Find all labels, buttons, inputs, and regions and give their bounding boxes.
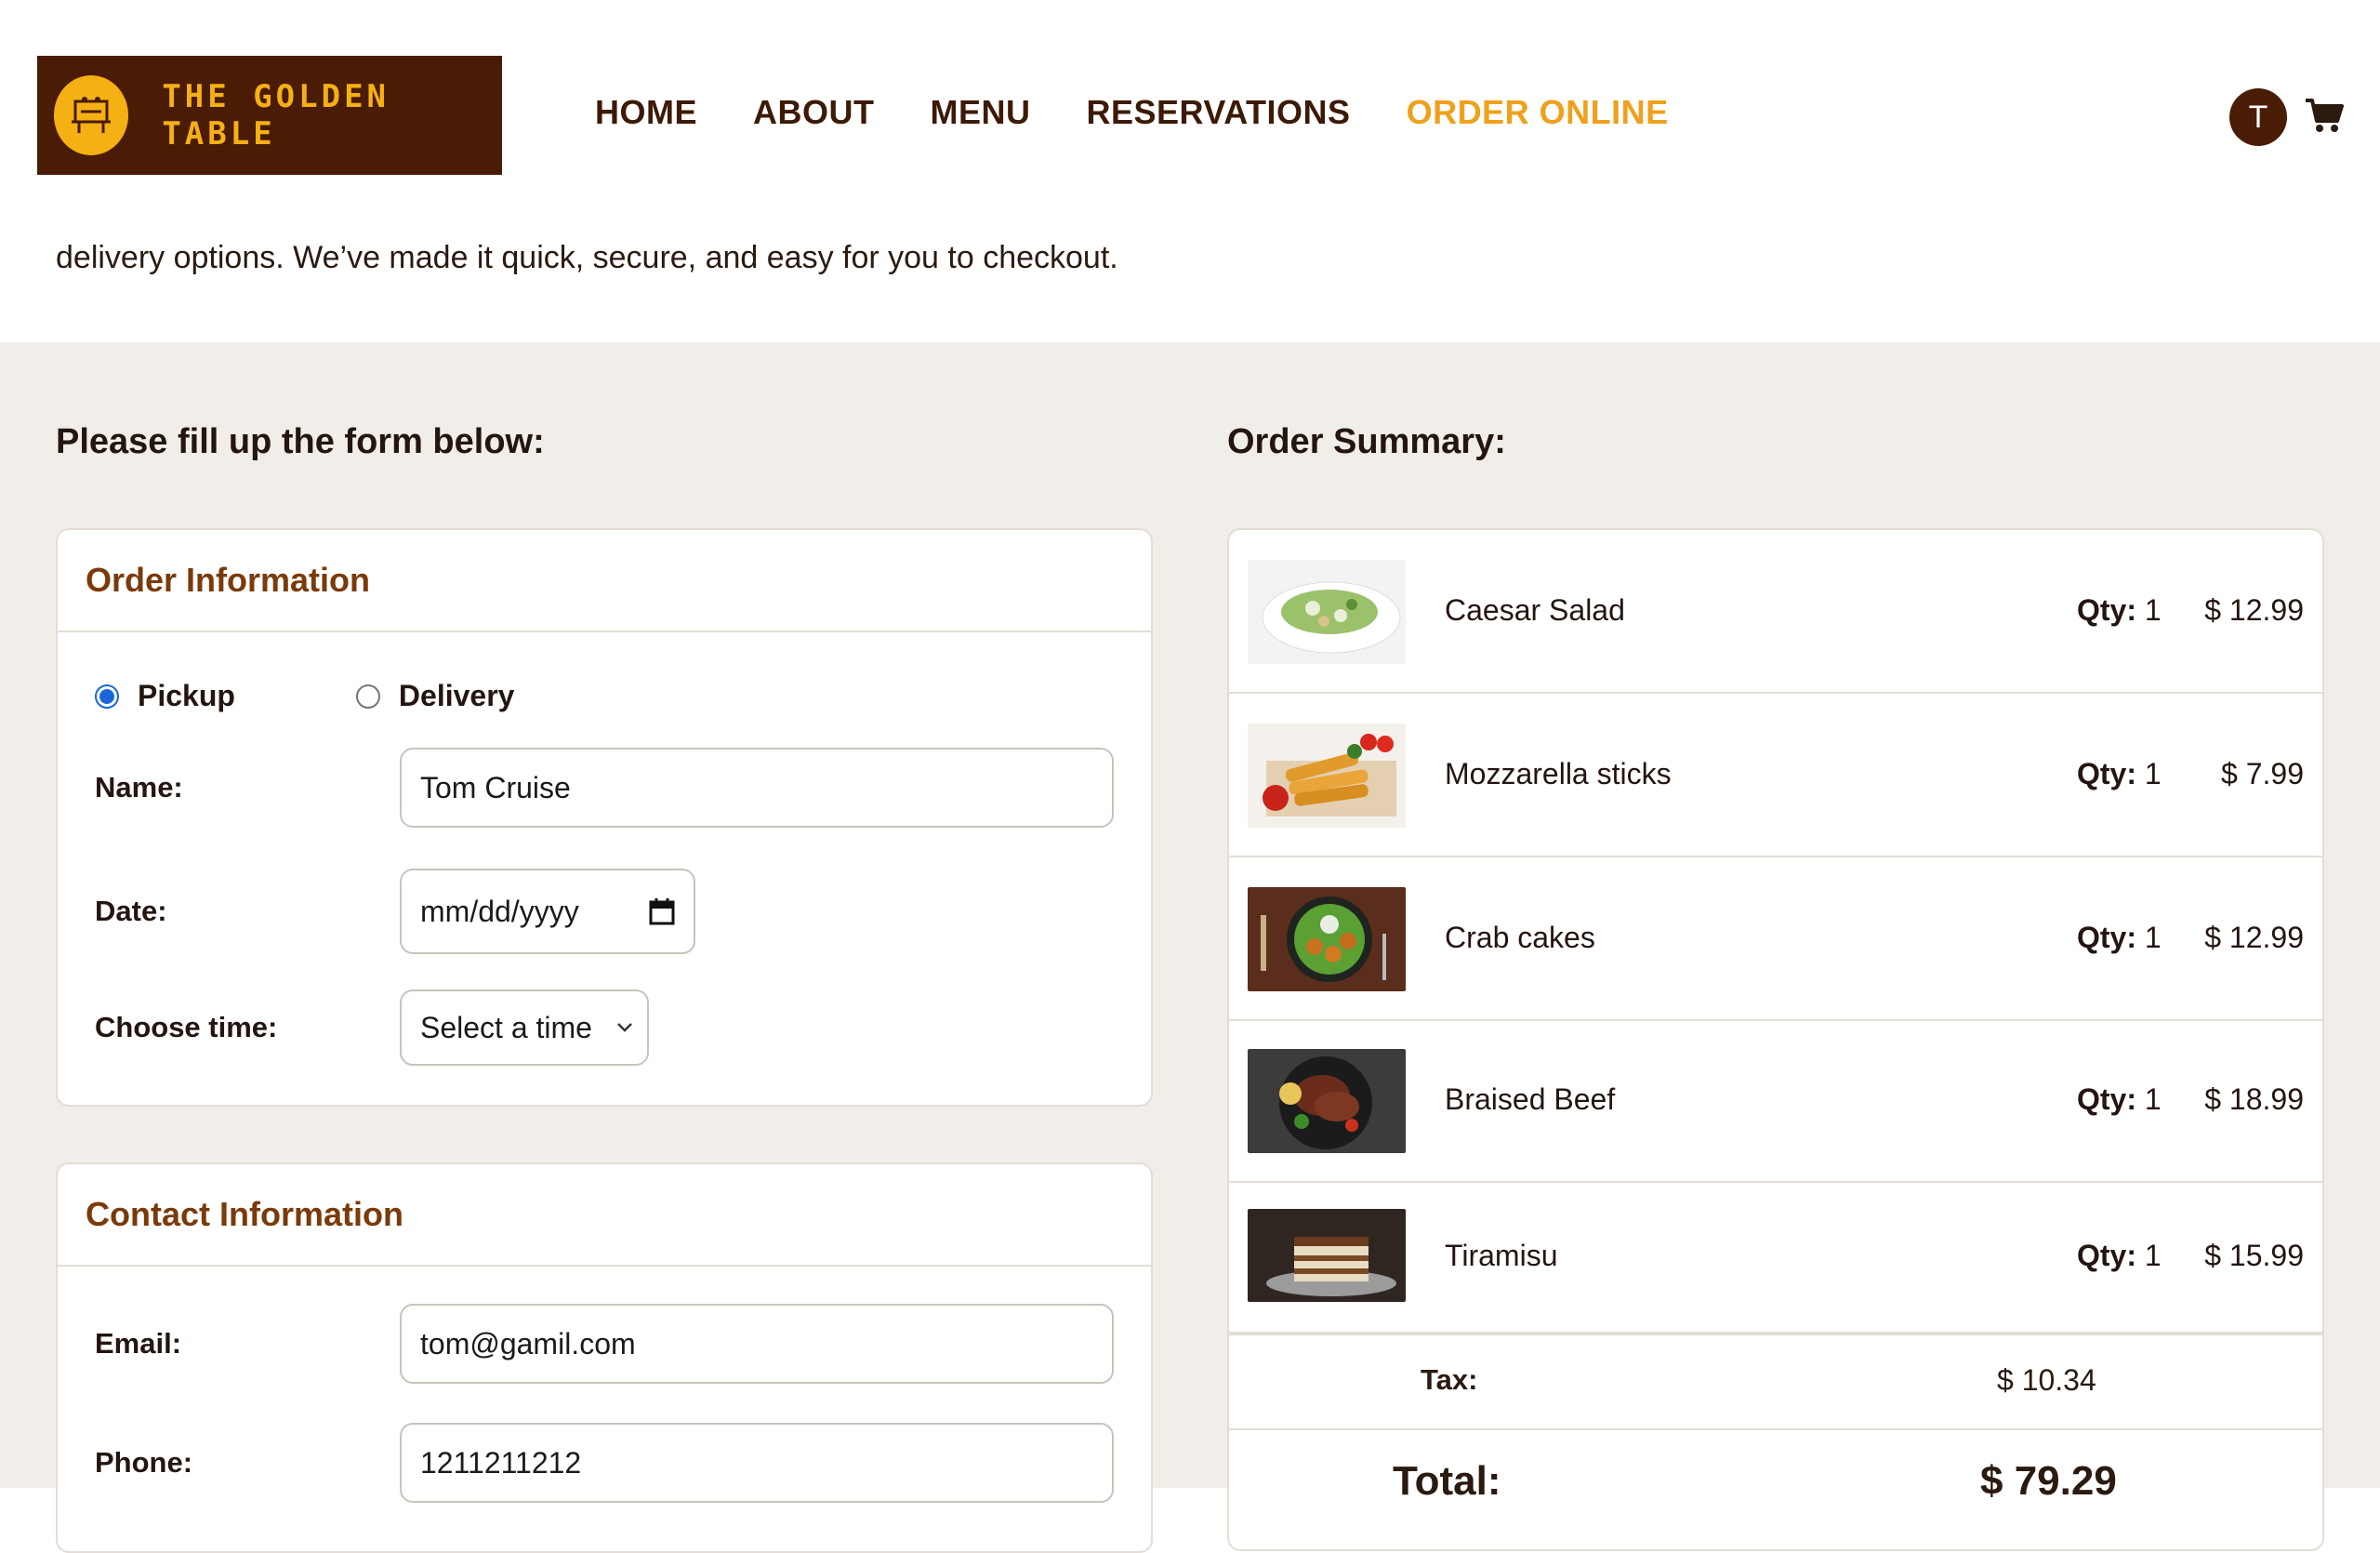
tax-row: Tax: $ 10.34 — [1229, 1332, 2322, 1430]
qty-value: 1 — [2144, 757, 2162, 790]
nav-order-online[interactable]: ORDER ONLINE — [1407, 93, 1669, 132]
summary-item: Braised Beef Qty: 1 $ 18.99 — [1229, 1021, 2322, 1183]
item-qty: Qty: 1 — [2077, 1082, 2162, 1117]
date-label: Date: — [95, 895, 167, 927]
time-row: Choose time: Select a time — [95, 989, 649, 1066]
item-price: $ 12.99 — [2204, 593, 2304, 627]
brand-logo[interactable]: THE GOLDEN TABLE — [37, 56, 502, 175]
nav-about[interactable]: ABOUT — [753, 93, 875, 132]
site-header: THE GOLDEN TABLE HOME ABOUT MENU RESERVA… — [0, 0, 2380, 275]
order-summary-card: Caesar Salad Qty: 1 $ 12.99 Mozzarella s… — [1227, 528, 2324, 1551]
qty-label: Qty: — [2077, 1082, 2136, 1116]
nav-menu[interactable]: MENU — [931, 93, 1031, 132]
date-input[interactable]: mm/dd/yyyy — [400, 869, 695, 954]
tiramisu-image — [1248, 1209, 1406, 1302]
order-information-title: Order Information — [58, 530, 1151, 632]
qty-value: 1 — [2144, 921, 2162, 954]
date-placeholder: mm/dd/yyyy — [420, 894, 579, 928]
qty-value: 1 — [2144, 593, 2162, 627]
phone-row: Phone: 1211211212 — [95, 1423, 1114, 1503]
order-information-card: Order Information Pickup Delivery Name: … — [56, 528, 1153, 1107]
item-price: $ 7.99 — [2221, 757, 2304, 790]
phone-input[interactable]: 1211211212 — [400, 1423, 1114, 1503]
summary-item: Caesar Salad Qty: 1 $ 12.99 — [1229, 530, 2322, 694]
braised-beef-image — [1248, 1049, 1406, 1153]
contact-information-card: Contact Information Email: tom@gamil.com… — [56, 1162, 1153, 1553]
checkout-section: Please fill up the form below: Order Sum… — [0, 342, 2380, 1553]
item-name: Tiramisu — [1445, 1239, 1558, 1272]
date-row: Date: mm/dd/yyyy — [95, 869, 695, 954]
time-label: Choose time: — [95, 1011, 278, 1043]
qty-label: Qty: — [2077, 757, 2136, 790]
total-label: Total: — [1393, 1458, 1501, 1504]
cart-icon[interactable] — [2304, 95, 2345, 136]
summary-heading: Order Summary: — [1227, 422, 1506, 461]
user-avatar[interactable]: T — [2229, 88, 2287, 146]
email-label: Email: — [95, 1327, 182, 1360]
contact-information-title: Contact Information — [58, 1164, 1151, 1267]
item-qty: Qty: 1 — [2077, 593, 2162, 628]
summary-item: Crab cakes Qty: 1 $ 12.99 — [1229, 857, 2322, 1021]
item-name: Caesar Salad — [1445, 593, 1625, 627]
order-type-radio-group: Pickup Delivery — [95, 679, 514, 713]
time-select[interactable]: Select a time — [400, 989, 649, 1066]
nav-home[interactable]: HOME — [595, 93, 697, 132]
tax-label: Tax: — [1421, 1363, 1478, 1396]
chevron-down-icon — [617, 1023, 632, 1032]
summary-item: Tiramisu Qty: 1 $ 15.99 — [1229, 1183, 2322, 1332]
calendar-icon[interactable] — [649, 897, 675, 925]
pickup-radio[interactable] — [95, 684, 119, 709]
intro-text: delivery options. We’ve made it quick, s… — [56, 240, 1118, 275]
item-price: $ 18.99 — [2204, 1082, 2304, 1116]
main-nav: HOME ABOUT MENU RESERVATIONS ORDER ONLIN… — [595, 93, 1669, 132]
tax-value: $ 10.34 — [1997, 1363, 2096, 1397]
email-input[interactable]: tom@gamil.com — [400, 1304, 1114, 1384]
intro-clipped-line — [0, 175, 2380, 212]
qty-value: 1 — [2144, 1082, 2162, 1116]
form-heading: Please fill up the form below: — [56, 422, 545, 461]
item-name: Braised Beef — [1445, 1082, 1616, 1116]
summary-item: Mozzarella sticks Qty: 1 $ 7.99 — [1229, 694, 2322, 857]
item-name: Crab cakes — [1445, 921, 1595, 954]
name-row: Name: Tom Cruise — [95, 748, 1114, 828]
crab-cakes-image — [1248, 887, 1406, 991]
caesar-salad-image — [1248, 560, 1406, 664]
total-value: $ 79.29 — [1980, 1458, 2117, 1504]
item-qty: Qty: 1 — [2077, 757, 2162, 791]
dining-table-icon — [54, 75, 129, 155]
delivery-radio[interactable] — [355, 684, 380, 709]
name-label: Name: — [95, 771, 183, 803]
item-price: $ 15.99 — [2204, 1239, 2304, 1272]
nav-reservations[interactable]: RESERVATIONS — [1087, 93, 1351, 132]
brand-name: THE GOLDEN TABLE — [162, 78, 390, 153]
phone-label: Phone: — [95, 1446, 193, 1479]
mozzarella-sticks-image — [1248, 723, 1406, 828]
item-name: Mozzarella sticks — [1445, 757, 1672, 790]
qty-label: Qty: — [2077, 921, 2136, 954]
qty-label: Qty: — [2077, 593, 2136, 627]
item-qty: Qty: 1 — [2077, 921, 2162, 955]
qty-label: Qty: — [2077, 1239, 2136, 1272]
item-price: $ 12.99 — [2204, 921, 2304, 954]
time-select-value: Select a time — [420, 1010, 592, 1044]
item-qty: Qty: 1 — [2077, 1239, 2162, 1273]
pickup-label[interactable]: Pickup — [138, 679, 235, 713]
email-row: Email: tom@gamil.com — [95, 1304, 1114, 1384]
delivery-label[interactable]: Delivery — [399, 679, 515, 713]
name-input[interactable]: Tom Cruise — [400, 748, 1114, 828]
qty-value: 1 — [2144, 1239, 2162, 1272]
